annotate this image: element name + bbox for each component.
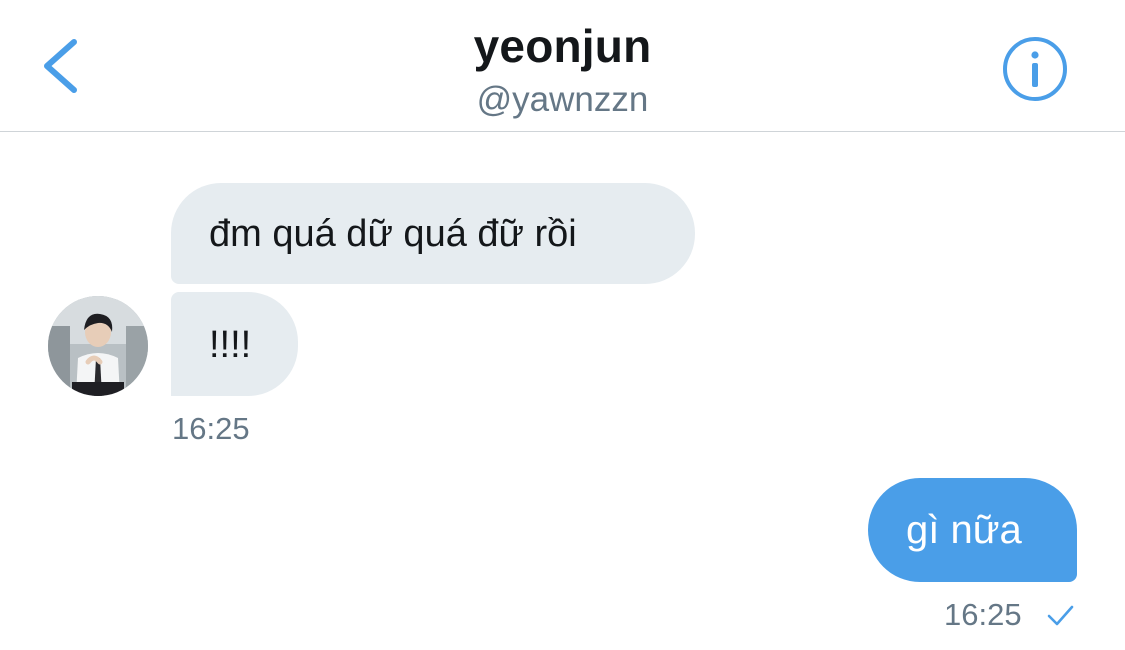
conversation-header: yeonjun @yawnzzn xyxy=(0,0,1125,132)
check-icon xyxy=(1045,600,1075,630)
contact-name[interactable]: yeonjun xyxy=(0,18,1125,74)
message-text: !!!! xyxy=(209,324,252,366)
conversation-title-block: yeonjun @yawnzzn xyxy=(0,18,1125,122)
contact-avatar[interactable] xyxy=(48,296,148,396)
info-button[interactable] xyxy=(1001,35,1069,103)
avatar-photo xyxy=(48,296,148,396)
outgoing-message-bubble[interactable]: gì nữa xyxy=(868,478,1077,582)
incoming-message-bubble[interactable]: !!!! xyxy=(171,292,298,396)
contact-handle: @yawnzzn xyxy=(476,80,649,119)
incoming-message-bubble[interactable]: đm quá dữ quá đữ rồi xyxy=(171,183,695,284)
incoming-timestamp: 16:25 xyxy=(172,411,250,446)
message-text: đm quá dữ quá đữ rồi xyxy=(209,213,577,255)
outgoing-timestamp: 16:25 xyxy=(944,597,1022,632)
info-circle-icon xyxy=(1003,37,1067,101)
message-text: gì nữa xyxy=(906,508,1022,552)
dm-conversation-screen: yeonjun @yawnzzn đm quá dữ quá đữ rồi !!… xyxy=(0,0,1125,650)
